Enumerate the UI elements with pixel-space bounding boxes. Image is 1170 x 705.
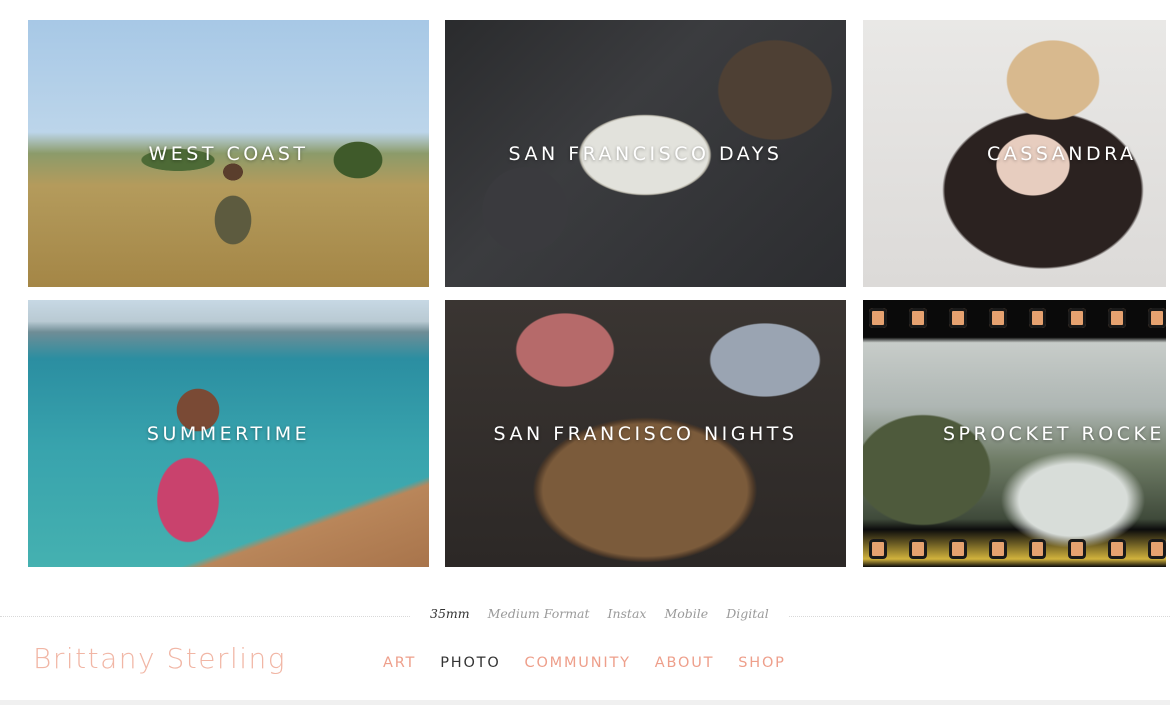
album-tile-cassandra[interactable]: CASSANDRA: [863, 20, 1166, 287]
album-tile-summertime[interactable]: SUMMERTIME: [28, 300, 429, 567]
photo-format-subnav: 35mm Medium Format Instax Mobile Digital: [0, 600, 1170, 630]
album-title: SUMMERTIME: [146, 422, 311, 445]
subnav-items: 35mm Medium Format Instax Mobile Digital: [410, 606, 789, 621]
album-tile-sprocket-rocket[interactable]: SPROCKET ROCKE: [863, 300, 1166, 567]
subnav-item-35mm[interactable]: 35mm: [430, 606, 470, 621]
subnav-item-digital[interactable]: Digital: [726, 606, 769, 621]
album-title: WEST COAST: [148, 142, 309, 165]
subnav-item-mobile[interactable]: Mobile: [664, 606, 708, 621]
main-navigation: ART PHOTO COMMUNITY ABOUT SHOP: [383, 655, 786, 671]
album-tile-san-francisco-days[interactable]: SAN FRANCISCO DAYS: [445, 20, 846, 287]
nav-link-art[interactable]: ART: [383, 655, 416, 671]
album-grid: WEST COAST SAN FRANCISCO DAYS CASSANDRA …: [0, 0, 1170, 580]
nav-link-community[interactable]: COMMUNITY: [525, 655, 631, 671]
subnav-item-medium-format[interactable]: Medium Format: [488, 606, 590, 621]
film-sprocket-holes-bottom: [869, 539, 1166, 559]
album-title: SAN FRANCISCO NIGHTS: [493, 422, 798, 445]
film-sprocket-holes-top: [869, 308, 1166, 328]
nav-link-photo[interactable]: PHOTO: [440, 655, 500, 671]
page-bottom-bar: [0, 700, 1170, 705]
site-footer-nav: Brittany Sterling ART PHOTO COMMUNITY AB…: [0, 630, 1170, 700]
subnav-item-instax[interactable]: Instax: [608, 606, 647, 621]
album-tile-west-coast[interactable]: WEST COAST: [28, 20, 429, 287]
nav-link-shop[interactable]: SHOP: [738, 655, 785, 671]
album-tile-san-francisco-nights[interactable]: SAN FRANCISCO NIGHTS: [445, 300, 846, 567]
nav-link-about[interactable]: ABOUT: [655, 655, 715, 671]
site-brand-logo[interactable]: Brittany Sterling: [33, 642, 286, 675]
album-title: CASSANDRA: [987, 142, 1137, 165]
album-title: SAN FRANCISCO DAYS: [508, 142, 783, 165]
album-title: SPROCKET ROCKE: [943, 422, 1165, 445]
